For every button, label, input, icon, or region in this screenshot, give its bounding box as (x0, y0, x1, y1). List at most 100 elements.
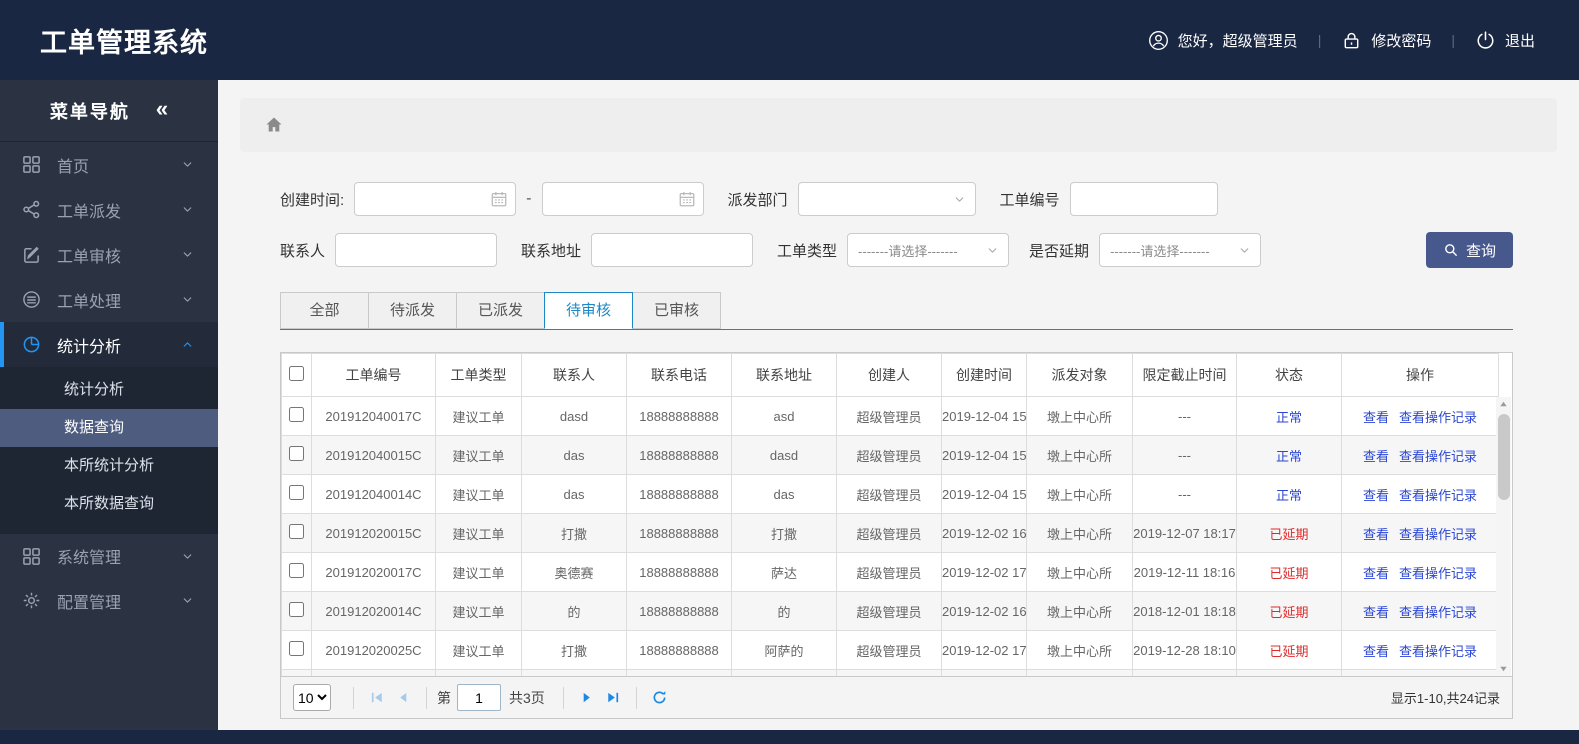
row-checkbox[interactable] (289, 446, 304, 461)
empty-cell (1026, 669, 1133, 676)
date-end-wrap (541, 182, 704, 216)
prev-page-button[interactable] (390, 685, 416, 711)
table-scrollbar[interactable] (1496, 397, 1511, 676)
change-password-button[interactable]: 修改密码 (1341, 30, 1431, 51)
sidebar: 菜单导航 « 首页 工单派发 工单审核 工单处理 统计分析 统计分析 数据查询 本所统计分析本… (0, 80, 218, 730)
is-delayed-select[interactable]: -------请选择------- (1099, 233, 1262, 267)
contact-cell: 奥德赛 (521, 552, 627, 592)
sidebar-subitem[interactable]: 本所统计分析 (0, 447, 218, 485)
grid-icon (22, 547, 41, 566)
scroll-up-icon[interactable] (1496, 397, 1511, 412)
view-link[interactable]: 查看 (1363, 566, 1389, 581)
tab[interactable]: 已派发 (456, 292, 545, 329)
empty-cell (731, 669, 837, 676)
row-checkbox[interactable] (289, 563, 304, 578)
grid-icon (22, 155, 41, 174)
dispatch-dept-select[interactable] (797, 182, 976, 216)
status-cell: 正常 (1236, 435, 1342, 475)
view-link[interactable]: 查看 (1363, 488, 1389, 503)
user-greeting[interactable]: 您好，超级管理员 (1148, 30, 1298, 51)
sidebar-item[interactable]: 统计分析 (0, 322, 218, 367)
view-log-link[interactable]: 查看操作记录 (1399, 644, 1477, 659)
creator-cell: 超级管理员 (836, 435, 942, 475)
search-button[interactable]: 查询 (1425, 232, 1513, 268)
order-type-placeholder: -------请选择------- (858, 243, 958, 259)
search-icon (1443, 242, 1459, 258)
next-page-button[interactable] (574, 685, 600, 711)
order-type-select[interactable]: -------请选择------- (847, 233, 1010, 267)
sidebar-subitem[interactable]: 统计分析 (0, 371, 218, 409)
order-no-cell: 201912020017C (311, 552, 436, 592)
view-log-link[interactable]: 查看操作记录 (1399, 410, 1477, 425)
sidebar-collapse-button[interactable]: « (156, 98, 168, 120)
order-type-cell: 建议工单 (435, 396, 522, 436)
address-cell: das (731, 474, 837, 514)
order-no-cell: 201912040017C (311, 396, 436, 436)
column-header: 创建时间 (941, 353, 1027, 397)
view-link[interactable]: 查看 (1363, 449, 1389, 464)
table-row: 201912020017C 建议工单 奥德赛 18888888888 萨达 超级管理员 20… (281, 552, 1512, 592)
sidebar-item[interactable]: 配置管理 (0, 578, 218, 623)
sidebar-item[interactable]: 首页 (0, 142, 218, 187)
view-link[interactable]: 查看 (1363, 644, 1389, 659)
sidebar-subitem[interactable]: 本所数据查询 (0, 485, 218, 523)
divider (635, 686, 637, 709)
select-all-checkbox[interactable] (289, 366, 304, 381)
change-password-label: 修改密码 (1371, 32, 1432, 50)
phone-cell: 18888888888 (626, 552, 732, 592)
row-checkbox[interactable] (289, 602, 304, 617)
address-cell: 萨达 (731, 552, 837, 592)
refresh-button[interactable] (647, 685, 673, 711)
view-log-link[interactable]: 查看操作记录 (1399, 449, 1477, 464)
scrollbar-thumb[interactable] (1497, 414, 1510, 500)
row-checkbox[interactable] (289, 407, 304, 422)
contact-input[interactable] (335, 233, 498, 267)
contact-address-label: 联系地址 (521, 242, 582, 260)
order-no-input[interactable] (1069, 182, 1218, 216)
created-time-label: 创建时间: (280, 191, 345, 209)
sidebar-item[interactable]: 工单处理 (0, 277, 218, 322)
first-page-button[interactable] (364, 685, 390, 711)
sidebar-item[interactable]: 工单派发 (0, 187, 218, 232)
page-size-select[interactable]: 10 (293, 684, 331, 711)
home-icon[interactable] (264, 115, 284, 135)
logout-button[interactable]: 退出 (1475, 30, 1535, 51)
view-link[interactable]: 查看 (1363, 605, 1389, 620)
sidebar-item[interactable]: 工单审核 (0, 232, 218, 277)
empty-cell (626, 669, 732, 676)
creator-cell: 超级管理员 (836, 474, 942, 514)
sidebar-subitem[interactable]: 数据查询 (0, 409, 218, 447)
order-type-cell: 建议工单 (435, 591, 522, 631)
sidebar-item[interactable]: 系统管理 (0, 533, 218, 578)
tab[interactable]: 已审核 (632, 292, 721, 329)
contact-cell: das (521, 435, 627, 475)
empty-cell (1341, 669, 1499, 676)
calendar-icon[interactable] (678, 190, 696, 208)
tab[interactable]: 全部 (280, 292, 369, 329)
table-header-row: 工单编号 工单类型 联系人 联系电话 联系地址 创建人 创建时间 派发对象 限定截止时间 状态 操作 (281, 353, 1512, 397)
row-checkbox[interactable] (289, 641, 304, 656)
gear-icon (22, 591, 41, 610)
row-checkbox[interactable] (289, 485, 304, 500)
created-time-cell: 2019-12-02 16 (941, 513, 1027, 553)
calendar-icon[interactable] (490, 190, 508, 208)
tab[interactable]: 待派发 (368, 292, 457, 329)
tab[interactable]: 待审核 (544, 292, 633, 329)
status-cell: 已延期 (1236, 630, 1342, 670)
row-checkbox[interactable] (289, 524, 304, 539)
view-link[interactable]: 查看 (1363, 410, 1389, 425)
last-page-button[interactable] (600, 685, 626, 711)
pie-chart-icon (22, 335, 41, 354)
divider (353, 686, 354, 709)
view-log-link[interactable]: 查看操作记录 (1399, 605, 1477, 620)
table-row: 201912020015C 建议工单 打撒 18888888888 打撒 超级管理员 201… (281, 513, 1512, 553)
view-link[interactable]: 查看 (1363, 527, 1389, 542)
contact-address-input[interactable] (591, 233, 754, 267)
page-number-input[interactable] (457, 684, 501, 711)
view-log-link[interactable]: 查看操作记录 (1399, 488, 1477, 503)
view-log-link[interactable]: 查看操作记录 (1399, 566, 1477, 581)
page-prefix-label: 第 (437, 689, 451, 706)
creator-cell: 超级管理员 (836, 630, 942, 670)
view-log-link[interactable]: 查看操作记录 (1399, 527, 1477, 542)
scroll-down-icon[interactable] (1496, 661, 1511, 676)
